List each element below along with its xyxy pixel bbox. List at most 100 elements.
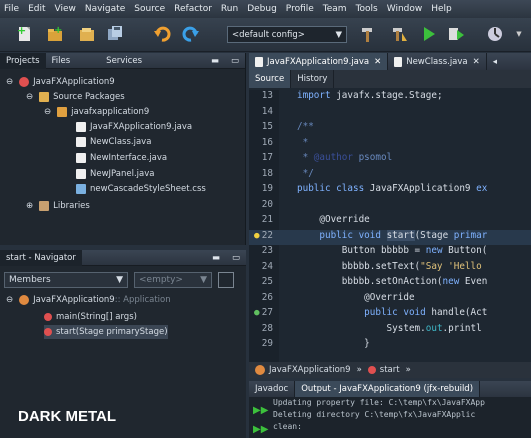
menu-item-edit[interactable]: Edit bbox=[28, 4, 45, 14]
svg-text:+: + bbox=[54, 25, 62, 36]
maximize-icon[interactable]: ▭ bbox=[226, 250, 246, 266]
tree-source-packages[interactable]: ⊖ Source Packages bbox=[26, 90, 125, 104]
new-file-icon[interactable]: + bbox=[14, 23, 36, 45]
menu-item-source[interactable]: Source bbox=[134, 4, 165, 14]
menu-item-debug[interactable]: Debug bbox=[247, 4, 277, 14]
tab-projects[interactable]: Projects bbox=[0, 52, 46, 69]
line-number: 28 bbox=[261, 322, 273, 334]
output-line: clean: bbox=[273, 422, 302, 431]
tab-javafxapplication9[interactable]: JavaFXApplication9.java ✕ bbox=[249, 53, 389, 70]
menu-item-navigate[interactable]: Navigate bbox=[85, 4, 125, 14]
menu-item-run[interactable]: Run bbox=[221, 4, 238, 14]
tab-newclass[interactable]: NewClass.java ✕ bbox=[388, 53, 487, 70]
tree-file-newclass[interactable]: NewClass.java bbox=[76, 135, 151, 149]
expand-toggle-icon[interactable]: ⊕ bbox=[26, 201, 33, 211]
tree-file-css[interactable]: newCascadeStyleSheet.css bbox=[76, 182, 206, 196]
open-project-icon[interactable] bbox=[76, 23, 98, 45]
tree-label: NewJPanel.java bbox=[90, 169, 155, 179]
menu-item-profile[interactable]: Profile bbox=[286, 4, 314, 14]
line-number: 27 bbox=[261, 307, 273, 318]
tab-services[interactable]: Services bbox=[76, 53, 148, 69]
menu-item-help[interactable]: Help bbox=[431, 4, 452, 14]
menu-item-file[interactable]: File bbox=[4, 4, 19, 14]
editor-panel: JavaFXApplication9.java ✕ NewClass.java ✕ … bbox=[249, 53, 531, 378]
minimize-icon[interactable]: ▬ bbox=[206, 250, 226, 266]
navigator-settings-icon[interactable] bbox=[218, 272, 234, 288]
menu-bar: File Edit View Navigate Source Refactor Run Deb… bbox=[0, 0, 531, 18]
tree-libraries[interactable]: ⊕ Libraries bbox=[26, 199, 90, 213]
tree-file-interface[interactable]: NewInterface.java bbox=[76, 151, 167, 165]
close-icon[interactable]: ✕ bbox=[473, 57, 480, 67]
nav-class-suffix: :: Application bbox=[114, 295, 171, 305]
menu-item-refactor[interactable]: Refactor bbox=[174, 4, 212, 14]
save-all-icon[interactable] bbox=[104, 23, 126, 45]
maximize-icon[interactable]: ▭ bbox=[225, 53, 245, 69]
tab-history[interactable]: History bbox=[291, 70, 335, 88]
tab-javadoc[interactable]: Javadoc bbox=[249, 381, 296, 397]
new-project-icon[interactable]: + bbox=[44, 23, 66, 45]
expand-toggle-icon[interactable]: ⊖ bbox=[26, 92, 33, 102]
line-number: 21 bbox=[261, 214, 273, 225]
tab-navigator[interactable]: start - Navigator bbox=[0, 249, 82, 266]
minimize-icon[interactable]: ▬ bbox=[205, 53, 225, 69]
build-hammer-icon[interactable] bbox=[357, 23, 379, 45]
code-line: 15 /** bbox=[249, 121, 531, 137]
tab-output[interactable]: Output - JavaFXApplication9 (jfx-rebuild… bbox=[295, 381, 481, 397]
profile-dropdown-icon[interactable]: ▼ bbox=[508, 23, 530, 45]
tree-label: Source Packages bbox=[53, 92, 125, 102]
breadcrumb-class[interactable]: JavaFXApplication9 bbox=[269, 365, 351, 375]
clean-build-icon[interactable] bbox=[388, 23, 410, 45]
members-select[interactable]: Members ▼ bbox=[4, 272, 128, 288]
expand-toggle-icon[interactable]: ⊖ bbox=[6, 295, 13, 305]
tree-package[interactable]: ⊖ javafxapplication9 bbox=[44, 105, 149, 119]
hint-bulb-icon[interactable]: ● bbox=[254, 230, 260, 241]
nav-class-root[interactable]: ⊖ JavaFXApplication9 :: Application bbox=[6, 293, 171, 307]
output-tabs: Javadoc Output - JavaFXApplication9 (jfx… bbox=[249, 381, 531, 397]
code-text: @Override bbox=[297, 214, 370, 225]
profile-icon[interactable] bbox=[484, 23, 506, 45]
java-file-icon bbox=[76, 169, 86, 179]
code-text: /** bbox=[297, 121, 314, 132]
editor-tabs: JavaFXApplication9.java ✕ NewClass.java ✕ … bbox=[249, 53, 531, 70]
code-text: Button bbbbb = new Button( bbox=[297, 245, 488, 256]
redo-icon[interactable] bbox=[180, 23, 202, 45]
source-folder-icon bbox=[39, 92, 50, 102]
tree-project-root[interactable]: ⊖ JavaFXApplication9 bbox=[6, 75, 115, 89]
code-text: * @author psomol bbox=[297, 152, 393, 163]
tree-label: javafxapplication9 bbox=[71, 107, 150, 117]
static-method-icon bbox=[44, 313, 52, 321]
line-number: 26 bbox=[261, 291, 273, 303]
tab-files[interactable]: Files bbox=[46, 53, 77, 69]
menu-item-tools[interactable]: Tools bbox=[356, 4, 378, 14]
breadcrumb-method[interactable]: start bbox=[380, 365, 400, 375]
filter-select-value: <empty> bbox=[139, 275, 183, 285]
package-icon bbox=[57, 107, 68, 117]
tab-source[interactable]: Source bbox=[249, 70, 292, 88]
config-value: <default config> bbox=[232, 29, 305, 40]
code-text: System.out.printl bbox=[297, 322, 482, 334]
close-icon[interactable]: ✕ bbox=[374, 57, 381, 67]
line-number: 23 bbox=[261, 245, 273, 256]
code-line: 17 * @author psomol bbox=[249, 152, 531, 168]
run-icon[interactable] bbox=[418, 23, 440, 45]
config-dropdown[interactable]: <default config> ▼ bbox=[227, 26, 347, 43]
undo-icon[interactable] bbox=[151, 23, 173, 45]
tab-scroll-left-icon[interactable]: ◂ bbox=[487, 53, 503, 70]
rerun-icon[interactable]: ▶▶ bbox=[253, 405, 268, 416]
tree-file-main[interactable]: JavaFXApplication9.java bbox=[76, 120, 192, 134]
tree-file-jpanel[interactable]: NewJPanel.java bbox=[76, 167, 155, 181]
java-file-icon bbox=[76, 122, 86, 132]
svg-text:+: + bbox=[17, 25, 26, 37]
nav-method-main[interactable]: main(String[] args) bbox=[44, 310, 137, 324]
expand-toggle-icon[interactable]: ⊖ bbox=[6, 77, 13, 87]
menu-item-view[interactable]: View bbox=[55, 4, 76, 14]
nav-method-start[interactable]: start(Stage primaryStage) bbox=[44, 325, 168, 339]
menu-item-team[interactable]: Team bbox=[323, 4, 347, 14]
debug-icon[interactable] bbox=[446, 23, 468, 45]
expand-toggle-icon[interactable]: ⊖ bbox=[44, 107, 51, 117]
rerun-with-options-icon[interactable]: ▶▶ bbox=[253, 424, 268, 435]
code-area[interactable]: 13 import javafx.stage.Stage; 14 15 /** 16… bbox=[249, 90, 531, 362]
override-marker-icon[interactable]: ● bbox=[254, 307, 260, 318]
filter-select[interactable]: <empty> ▼ bbox=[134, 272, 212, 288]
menu-item-window[interactable]: Window bbox=[387, 4, 423, 14]
